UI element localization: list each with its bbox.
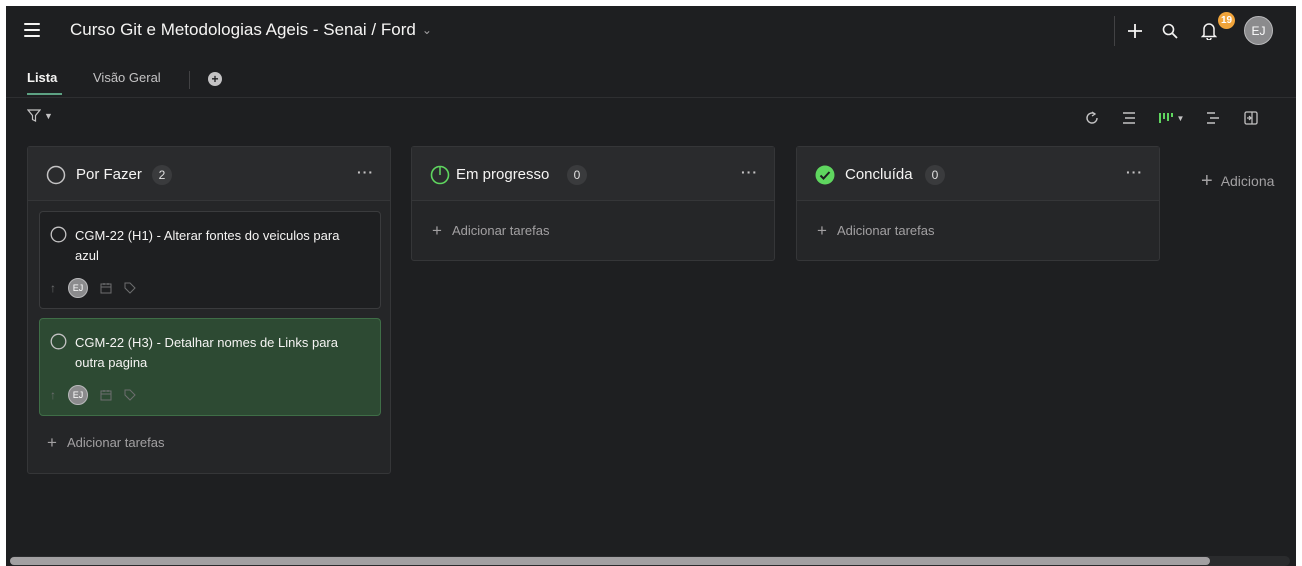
task-meta: ↑ EJ (50, 278, 136, 298)
tag-icon[interactable] (124, 282, 136, 294)
column-header: Por Fazer 2 ··· (28, 147, 390, 201)
add-task-button[interactable]: + Adicionar tarefas (47, 434, 165, 451)
divider (1114, 16, 1115, 46)
column-concluida: Concluída 0 ··· + Adicionar tarefas (796, 146, 1160, 261)
add-task-label: Adicionar tarefas (836, 223, 935, 238)
view-tabs: Lista Visão Geral + (6, 58, 1296, 98)
list-view-icon[interactable] (1119, 109, 1139, 127)
plus-icon: + (47, 433, 57, 452)
divider (189, 71, 190, 89)
more-options-icon[interactable]: ··· (1126, 164, 1143, 180)
more-options-icon[interactable]: ··· (741, 164, 758, 180)
assignee-avatar[interactable]: EJ (68, 278, 88, 298)
board-view-icon[interactable]: ▼ (1156, 109, 1186, 127)
caret-down-icon: ▼ (44, 110, 53, 121)
column-em-progresso: Em progresso 0 ··· + Adicionar tarefas (411, 146, 775, 261)
calendar-icon[interactable] (100, 282, 112, 294)
plus-icon: + (432, 221, 442, 240)
notification-badge: 19 (1218, 12, 1235, 29)
column-por-fazer: Por Fazer 2 ··· CGM-22 (H1) - Alterar fo… (27, 146, 391, 474)
column-title: Em progresso (456, 166, 550, 183)
search-icon[interactable] (1159, 20, 1181, 42)
progress-circle-icon[interactable] (430, 165, 450, 190)
count-badge: 0 (567, 165, 587, 185)
board-toolbar: ▼ ▼ (6, 99, 1296, 135)
chevron-down-icon: ⌄ (421, 23, 432, 37)
arrow-up-icon[interactable]: ↑ (50, 281, 56, 295)
task-card[interactable]: CGM-22 (H1) - Alterar fontes do veiculos… (39, 211, 381, 309)
top-bar: Curso Git e Metodologias Ageis - Senai /… (6, 6, 1296, 58)
calendar-icon[interactable] (100, 389, 112, 401)
filter-button[interactable]: ▼ (27, 109, 53, 122)
assignee-avatar[interactable]: EJ (68, 385, 88, 405)
task-meta: ↑ EJ (50, 385, 136, 405)
add-task-label: Adicionar tarefas (66, 435, 165, 450)
column-header: Concluída 0 ··· (797, 147, 1159, 201)
refresh-icon[interactable] (1082, 109, 1102, 127)
add-task-label: Adicionar tarefas (451, 223, 550, 238)
scrollbar-thumb[interactable] (10, 557, 1210, 565)
check-circle-icon[interactable] (815, 165, 835, 190)
count-badge: 2 (152, 165, 172, 185)
tab-visao-geral[interactable]: Visão Geral (93, 70, 161, 85)
project-title[interactable]: Curso Git e Metodologias Ageis - Senai /… (70, 20, 432, 40)
horizontal-scrollbar[interactable] (10, 556, 1290, 566)
active-tab-indicator (27, 93, 62, 95)
add-task-button[interactable]: + Adicionar tarefas (817, 222, 935, 239)
plus-icon: + (817, 221, 827, 240)
add-section-button[interactable]: + Adiciona (1201, 171, 1274, 191)
user-avatar[interactable]: EJ (1244, 16, 1273, 45)
complete-checkbox-icon[interactable] (50, 333, 67, 355)
filter-icon (27, 109, 41, 122)
add-task-button[interactable]: + Adicionar tarefas (432, 222, 550, 239)
add-tab-icon[interactable]: + (208, 72, 222, 86)
complete-checkbox-icon[interactable] (50, 226, 67, 248)
count-badge: 0 (925, 165, 945, 185)
circle-outline-icon[interactable] (46, 165, 66, 190)
bell-icon[interactable] (1198, 20, 1220, 42)
project-title-text: Curso Git e Metodologias Ageis - Senai /… (70, 20, 416, 39)
details-panel-icon[interactable] (1241, 109, 1261, 127)
more-options-icon[interactable]: ··· (357, 164, 374, 180)
column-title: Por Fazer (76, 166, 142, 183)
column-title: Concluída (845, 166, 913, 183)
column-header: Em progresso 0 ··· (412, 147, 774, 201)
task-title: CGM-22 (H3) - Detalhar nomes de Links pa… (75, 335, 338, 370)
add-section-label: Adiciona (1220, 173, 1275, 189)
tab-lista[interactable]: Lista (27, 70, 57, 85)
add-icon[interactable] (1124, 20, 1146, 42)
plus-icon: + (1201, 170, 1213, 192)
task-card-selected[interactable]: CGM-22 (H3) - Detalhar nomes de Links pa… (39, 318, 381, 416)
menu-icon[interactable] (24, 23, 40, 37)
timeline-view-icon[interactable] (1203, 109, 1223, 127)
tag-icon[interactable] (124, 389, 136, 401)
task-title: CGM-22 (H1) - Alterar fontes do veiculos… (75, 228, 340, 263)
arrow-up-icon[interactable]: ↑ (50, 388, 56, 402)
